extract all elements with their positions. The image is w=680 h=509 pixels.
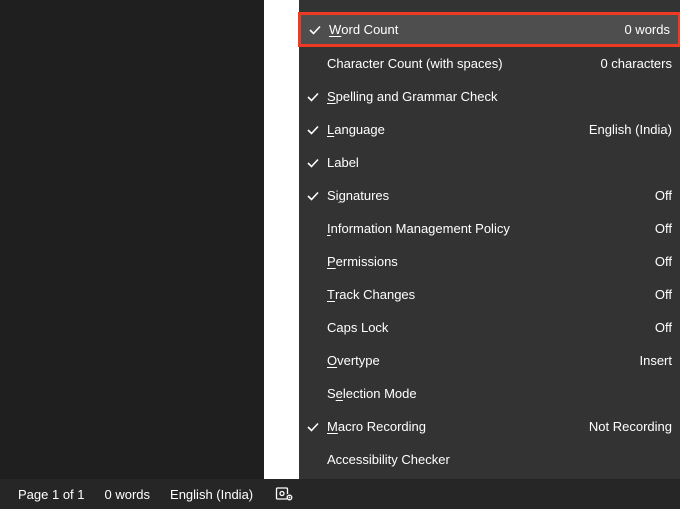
- checkmark-slot: [299, 156, 327, 170]
- checkmark-slot: [299, 90, 327, 104]
- app-root: Word Count0 wordsCharacter Count (with s…: [0, 0, 680, 509]
- status-macro-icon[interactable]: [263, 479, 305, 509]
- menu-item-label: Overtype: [327, 353, 639, 368]
- menu-item[interactable]: Word Count0 words: [301, 15, 678, 44]
- menu-item-label: Accessibility Checker: [327, 452, 672, 467]
- check-icon: [308, 23, 322, 37]
- menu-item-value: Off: [655, 320, 672, 335]
- menu-item-value: Off: [655, 188, 672, 203]
- menu-item-label: Macro Recording: [327, 419, 589, 434]
- status-page[interactable]: Page 1 of 1: [8, 479, 95, 509]
- menu-item-label: Word Count: [329, 22, 624, 37]
- status-word-count[interactable]: 0 words: [95, 479, 161, 509]
- menu-item-value: 0 words: [624, 22, 670, 37]
- menu-item-partial-top[interactable]: [299, 0, 680, 12]
- menu-item-highlighted: Word Count0 words: [298, 12, 680, 47]
- menu-item[interactable]: OvertypeInsert: [299, 344, 680, 377]
- menu-item[interactable]: Caps LockOff: [299, 311, 680, 344]
- macro-record-icon: [273, 483, 295, 505]
- menu-item-label: Information Management Policy: [327, 221, 655, 236]
- menu-item[interactable]: Track ChangesOff: [299, 278, 680, 311]
- menu-item[interactable]: SignaturesOff: [299, 179, 680, 212]
- check-icon: [306, 156, 320, 170]
- menu-item-label: Signatures: [327, 188, 655, 203]
- check-icon: [306, 420, 320, 434]
- checkmark-slot: [299, 420, 327, 434]
- menu-item[interactable]: Information Management PolicyOff: [299, 212, 680, 245]
- menu-item-value: Not Recording: [589, 419, 672, 434]
- menu-item[interactable]: Character Count (with spaces)0 character…: [299, 47, 680, 80]
- status-language[interactable]: English (India): [160, 479, 263, 509]
- menu-item[interactable]: Label: [299, 146, 680, 179]
- menu-item-label: Track Changes: [327, 287, 655, 302]
- menu-item[interactable]: Spelling and Grammar Check: [299, 80, 680, 113]
- menu-item-label: Caps Lock: [327, 320, 655, 335]
- checkmark-slot: [299, 189, 327, 203]
- menu-item-value: Off: [655, 221, 672, 236]
- menu-item-value: Off: [655, 254, 672, 269]
- menu-item-value: Insert: [639, 353, 672, 368]
- status-bar: Page 1 of 1 0 words English (India): [0, 479, 680, 509]
- menu-item[interactable]: Accessibility Checker: [299, 443, 680, 476]
- menu-item-label: Label: [327, 155, 672, 170]
- menu-item-label: Language: [327, 122, 589, 137]
- menu-item-label: Spelling and Grammar Check: [327, 89, 672, 104]
- menu-item[interactable]: LanguageEnglish (India): [299, 113, 680, 146]
- menu-item-label: Permissions: [327, 254, 655, 269]
- menu-item-value: 0 characters: [600, 56, 672, 71]
- checkmark-slot: [299, 123, 327, 137]
- checkmark-slot: [301, 23, 329, 37]
- menu-item[interactable]: PermissionsOff: [299, 245, 680, 278]
- document-dark-area: [0, 0, 264, 479]
- menu-item[interactable]: Macro RecordingNot Recording: [299, 410, 680, 443]
- menu-item-value: Off: [655, 287, 672, 302]
- check-icon: [306, 90, 320, 104]
- status-bar-customize-menu: Word Count0 words Character Count (with s…: [299, 0, 680, 509]
- menu-item-label: Selection Mode: [327, 386, 672, 401]
- menu-item-value: English (India): [589, 122, 672, 137]
- check-icon: [306, 189, 320, 203]
- menu-item-label: Character Count (with spaces): [327, 56, 600, 71]
- menu-item[interactable]: Selection Mode: [299, 377, 680, 410]
- check-icon: [306, 123, 320, 137]
